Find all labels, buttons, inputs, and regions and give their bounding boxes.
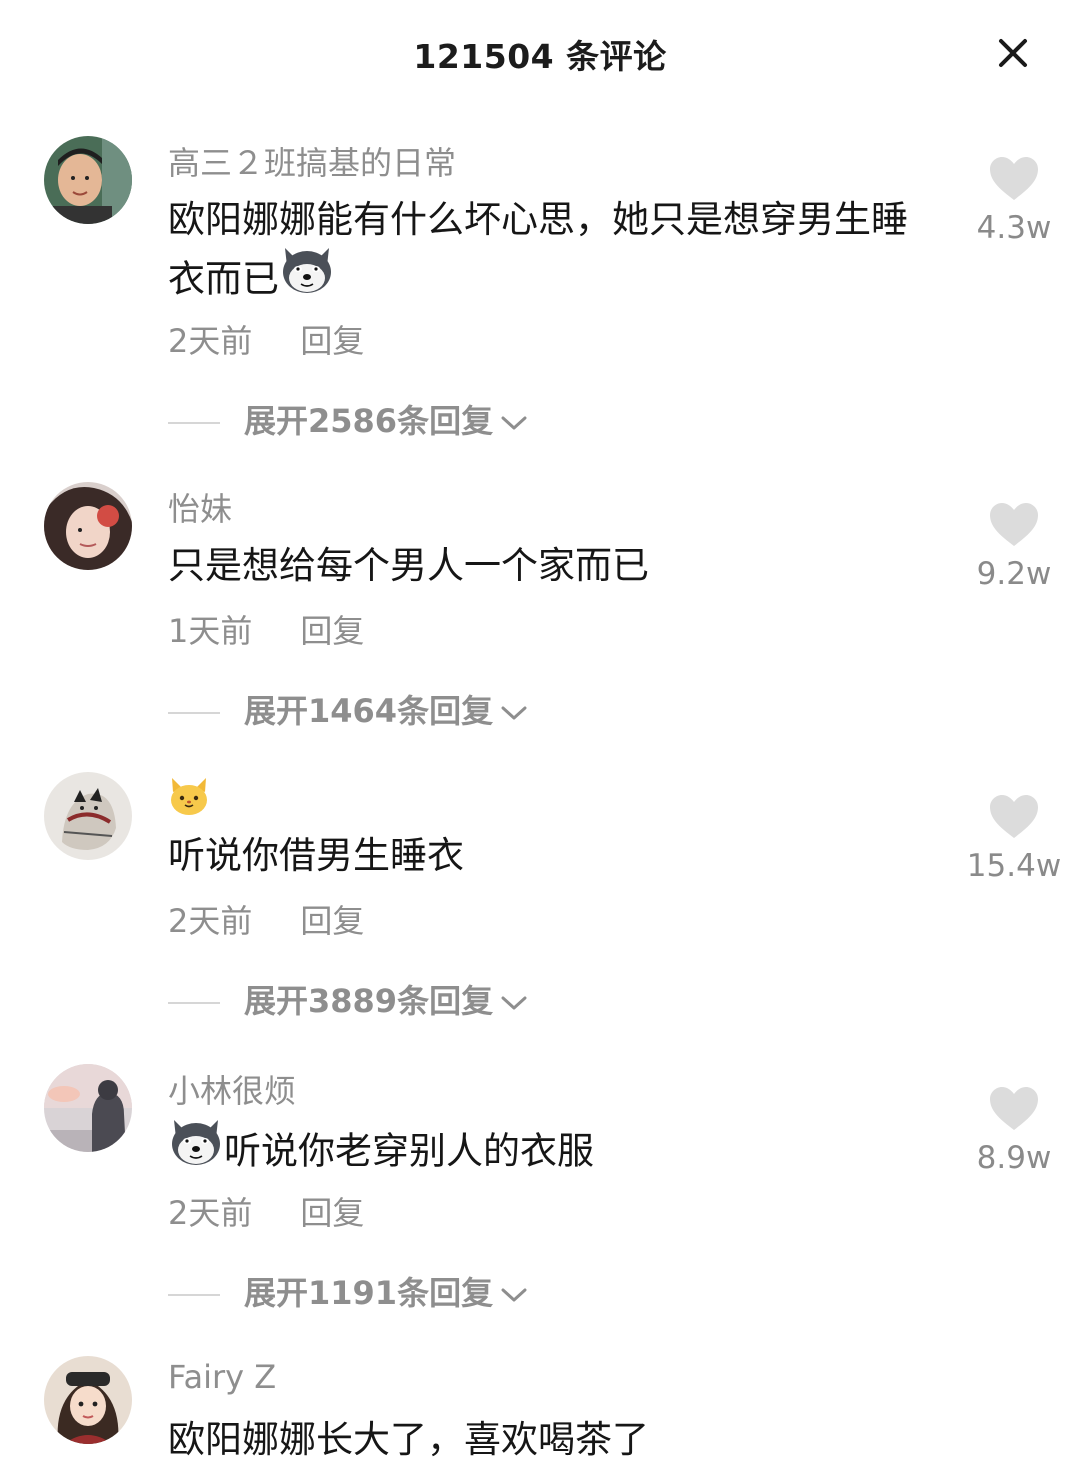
avatar[interactable] [44,136,132,224]
comments-header: 121504 条评论 [0,0,1080,104]
comment-text: 听说你老穿别人的衣服 [168,1120,938,1186]
heart-icon [990,1087,1038,1130]
avatar[interactable] [44,1356,132,1444]
chevron-down-icon [501,706,527,720]
divider [168,712,220,714]
comment-username[interactable]: 🐱 [168,774,210,822]
comment-meta: 2天前 回复 [168,896,364,942]
avatar[interactable] [44,482,132,570]
comment-time: 2天前 [168,322,253,360]
avatar[interactable] [44,1064,132,1152]
comment-text: 欧阳娜娜长大了，喜欢喝茶了 [168,1418,649,1461]
heart-icon [990,795,1038,838]
reply-button[interactable]: 回复 [300,322,364,360]
close-icon [999,39,1027,67]
like-count: 15.4w [966,848,1062,884]
divider [168,422,220,424]
comment-meta: 2天前 回复 [168,316,364,362]
comment-time: 1天前 [168,612,253,650]
comment-username[interactable]: 怡妹 [168,484,232,530]
avatar[interactable] [44,772,132,860]
cat-emoji-icon [168,776,210,824]
comment-text: 听说你借男生睡衣 [168,834,464,877]
expand-replies-label: 展开3889条回复 [244,982,494,1020]
like-button[interactable]: 9.2w [962,502,1066,592]
chevron-down-icon [501,996,527,1010]
comment-text: 只是想给每个男人一个家而已 [168,544,649,587]
heart-icon [990,157,1038,200]
comment-username[interactable]: 高三２班搞基的日常 [168,138,456,184]
heart-icon [990,503,1038,546]
expand-replies-button[interactable]: 展开2586条回复 [168,396,529,442]
expand-replies-button[interactable]: 展开1191条回复 [168,1268,529,1314]
comment-meta: 2天前 回复 [168,1188,364,1234]
husky-emoji-icon [168,1116,224,1182]
divider [168,1294,220,1296]
like-count: 8.9w [976,1140,1052,1176]
comment-username[interactable]: 小林很烦 [168,1066,296,1112]
divider [168,1002,220,1004]
reply-button[interactable]: 回复 [300,612,364,650]
like-count: 9.2w [976,556,1052,592]
reply-button[interactable]: 回复 [300,1194,364,1232]
comment-count-title: 121504 条评论 [413,37,667,76]
close-button[interactable] [990,30,1036,76]
like-button[interactable]: 4.3w [962,156,1066,246]
chevron-down-icon [501,416,527,430]
expand-replies-label: 展开1191条回复 [244,1274,494,1312]
comment-time: 2天前 [168,1194,253,1232]
comment-text-content: 听说你老穿别人的衣服 [224,1129,594,1173]
comment-text: 欧阳娜娜能有什么坏心思，她只是想穿男生睡衣而已 [168,192,938,314]
like-count: 4.3w [976,210,1052,246]
expand-replies-button[interactable]: 展开1464条回复 [168,686,529,732]
expand-replies-button[interactable]: 展开3889条回复 [168,976,529,1022]
like-button[interactable]: 8.9w [962,1086,1066,1176]
comment-username[interactable]: Fairy Z [168,1358,276,1396]
reply-button[interactable]: 回复 [300,902,364,940]
like-button[interactable]: 15.4w [962,794,1066,884]
husky-emoji-icon [279,244,335,310]
expand-replies-label: 展开1464条回复 [244,692,494,730]
comment-time: 2天前 [168,902,253,940]
chevron-down-icon [501,1288,527,1302]
comment-meta: 1天前 回复 [168,606,364,652]
expand-replies-label: 展开2586条回复 [244,402,494,440]
